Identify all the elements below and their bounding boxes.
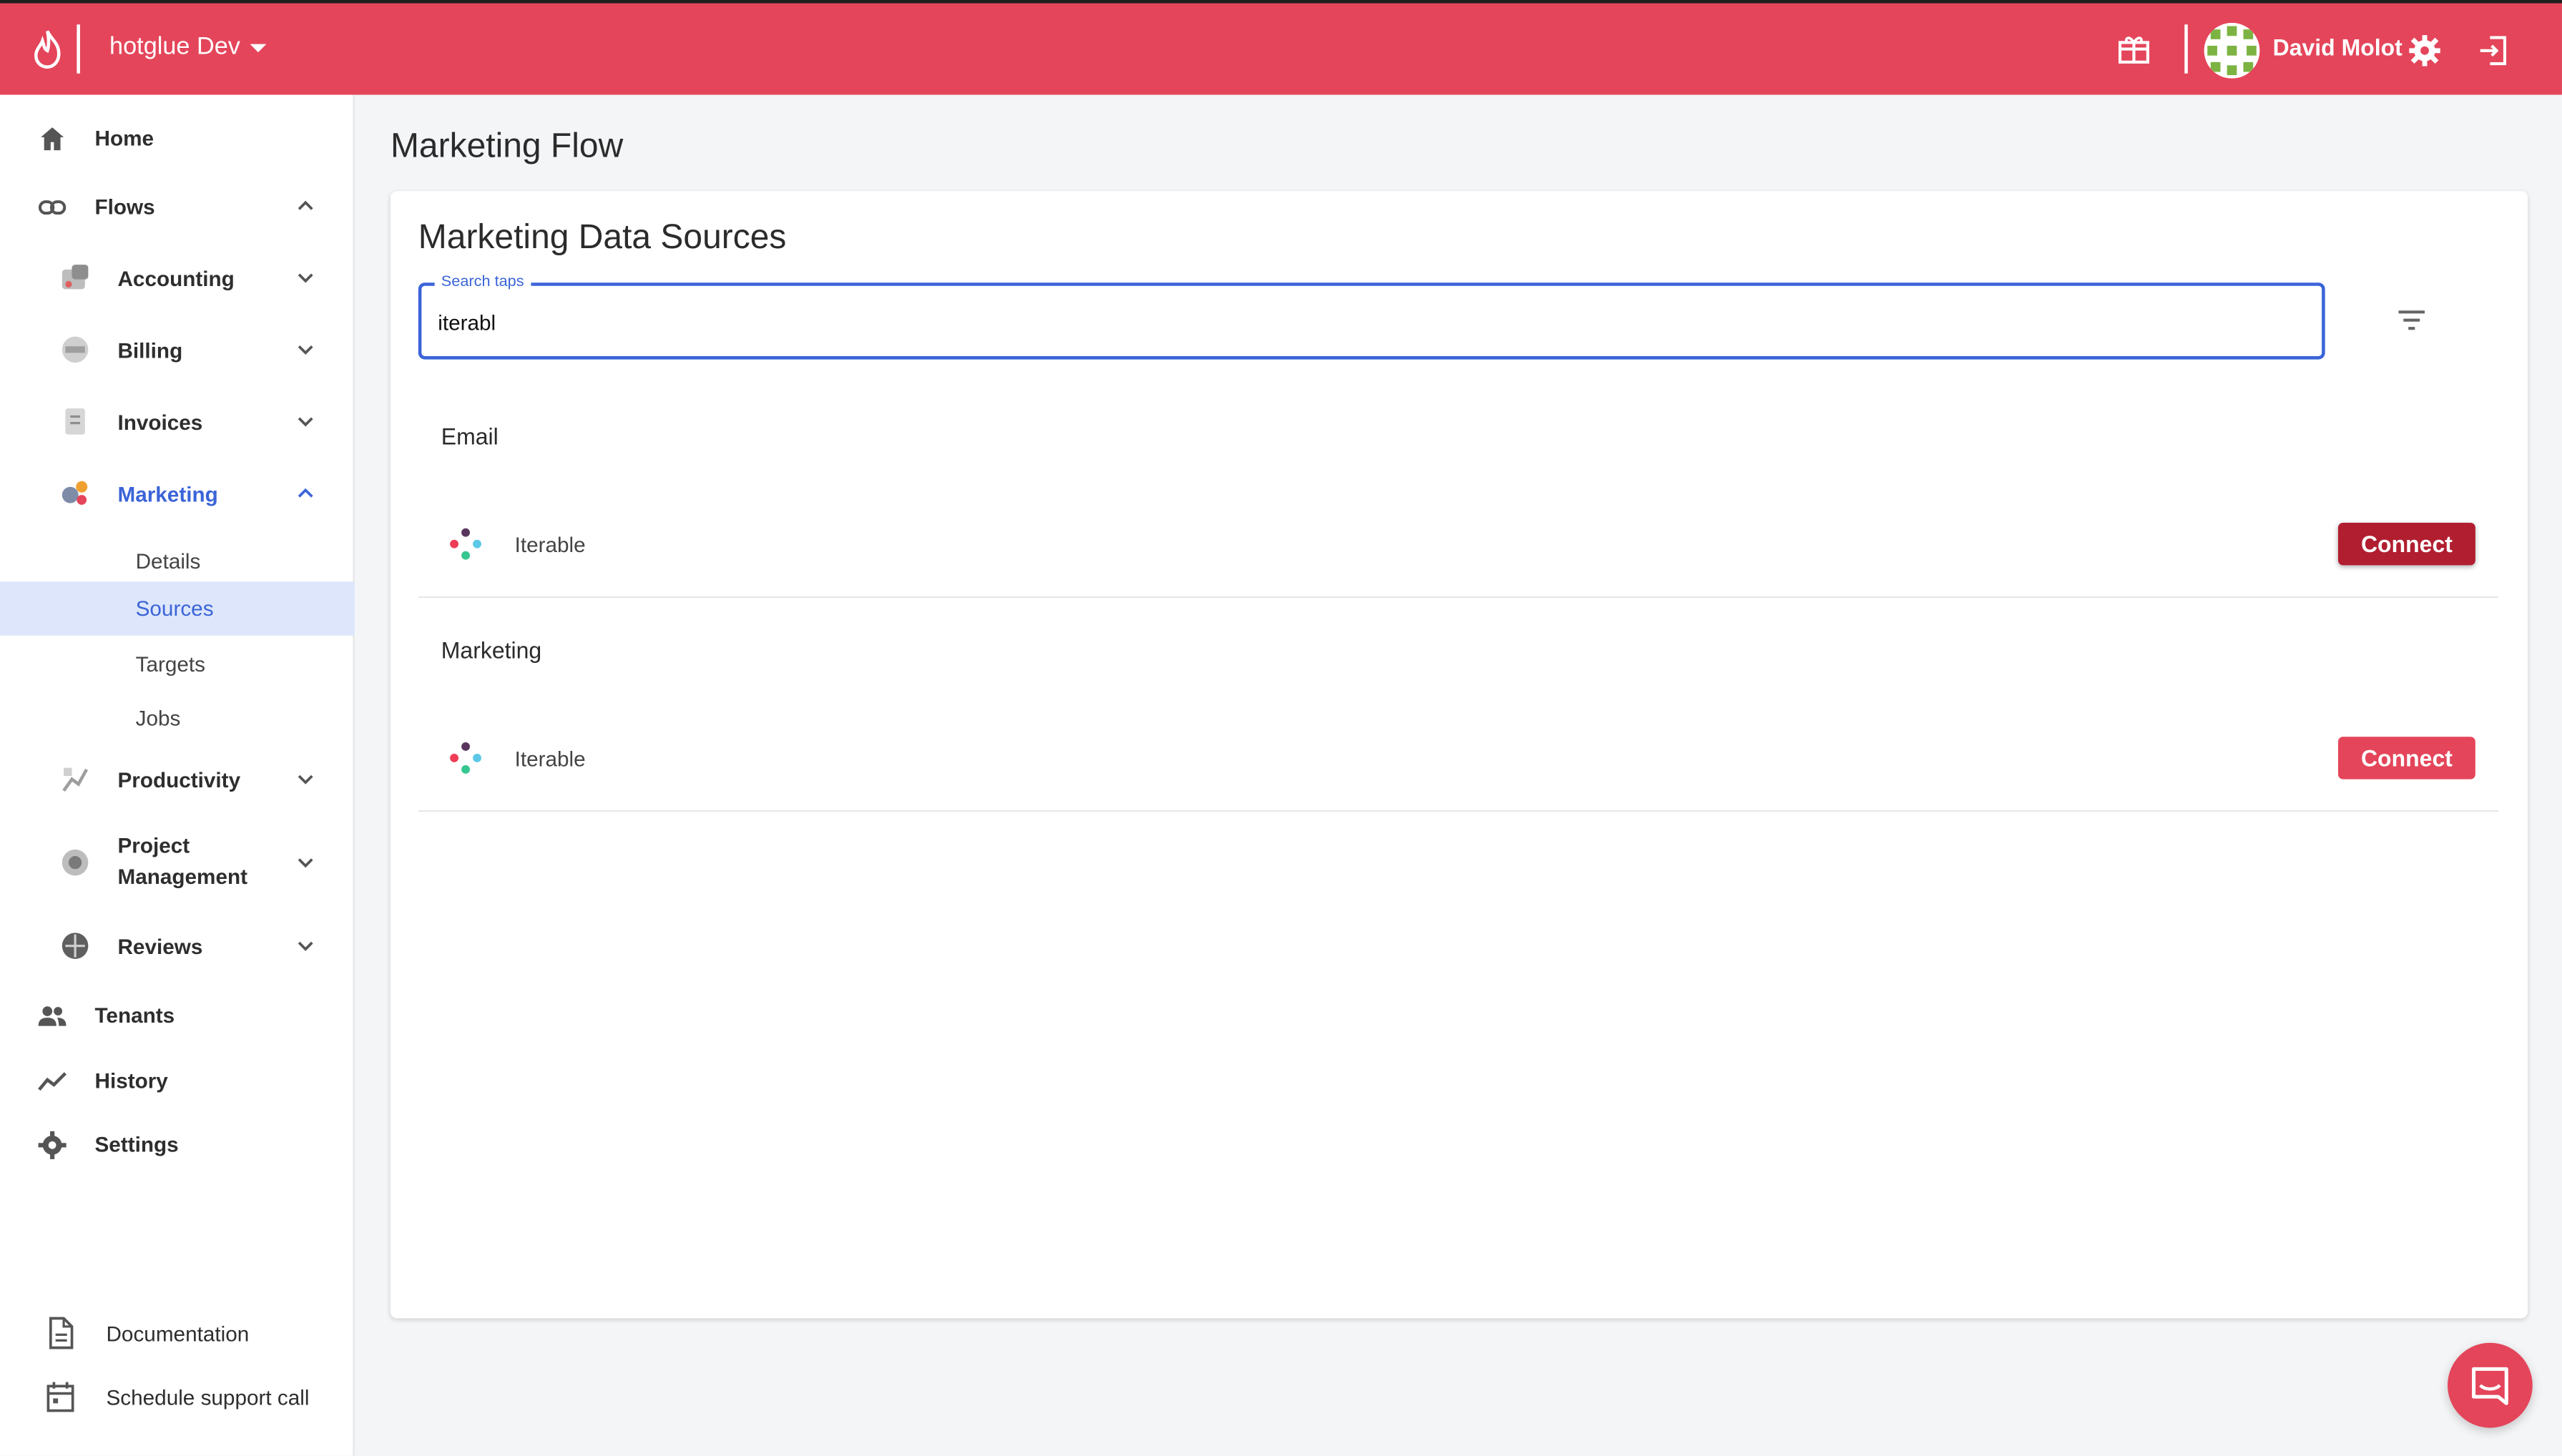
gear-icon[interactable] [2408, 34, 2441, 67]
top-bar: hotglue Dev David Molot [0, 0, 2562, 95]
flame-logo-icon[interactable] [29, 29, 65, 69]
sidebar-item-label: Details [135, 549, 201, 574]
chevron-down-icon [298, 858, 313, 868]
list-item: Iterable Connect [418, 704, 2498, 812]
chevron-down-icon [298, 345, 313, 355]
sidebar-item-details[interactable]: Details [0, 536, 355, 585]
sidebar-item-label: History [94, 1068, 168, 1093]
sidebar-item-history[interactable]: History [0, 1057, 355, 1103]
reviews-icon [62, 933, 89, 959]
sidebar: Home Flows Accounting Billing Invoices M… [0, 94, 355, 1456]
sidebar-item-label: Home [94, 125, 154, 151]
productivity-icon [62, 767, 89, 792]
search-label: Search taps [434, 272, 531, 291]
people-icon [38, 1006, 67, 1026]
tap-name: Iterable [514, 746, 586, 772]
topbar-divider [77, 24, 80, 74]
sidebar-item-label: Accounting [117, 266, 235, 291]
calendar-icon [46, 1382, 74, 1412]
sidebar-item-accounting[interactable]: Accounting [0, 255, 355, 300]
sources-card: Marketing Data Sources Search taps Email… [390, 191, 2528, 1319]
org-name: hotglue Dev [109, 32, 240, 61]
sidebar-item-sources[interactable]: Sources [0, 581, 355, 636]
sidebar-item-label: Sources [135, 596, 214, 621]
sidebar-item-productivity[interactable]: Productivity [0, 757, 355, 802]
sidebar-item-label: Tenants [94, 1003, 175, 1028]
sidebar-item-label: Management [117, 864, 248, 889]
home-icon [41, 127, 64, 151]
search-field[interactable]: Search taps [418, 272, 2325, 360]
sidebar-item-marketing[interactable]: Marketing [0, 471, 355, 516]
avatar[interactable] [2204, 22, 2260, 79]
sidebar-item-home[interactable]: Home [0, 114, 355, 160]
filter-icon[interactable] [2397, 309, 2426, 332]
sidebar-item-tenants[interactable]: Tenants [0, 992, 355, 1038]
sidebar-item-label: Documentation [106, 1322, 250, 1347]
sidebar-item-label: Targets [135, 651, 206, 677]
chevron-up-icon [298, 488, 313, 498]
sidebar-item-label: Schedule support call [106, 1385, 310, 1410]
sidebar-item-documentation[interactable]: Documentation [0, 1309, 355, 1358]
chevron-down-icon [298, 774, 313, 784]
accounting-icon [62, 265, 89, 290]
sidebar-item-label: Productivity [117, 767, 241, 792]
sidebar-item-label: Marketing [117, 481, 218, 507]
billing-icon [62, 336, 89, 363]
chevron-down-icon [298, 941, 313, 951]
gift-icon[interactable] [2118, 34, 2151, 64]
sidebar-item-invoices[interactable]: Invoices [0, 398, 355, 444]
sidebar-item-label: Settings [94, 1132, 179, 1157]
sidebar-item-label: Flows [94, 194, 155, 220]
logout-icon[interactable] [2477, 34, 2510, 67]
user-name[interactable]: David Molot [2273, 34, 2403, 61]
gear-icon [38, 1131, 67, 1159]
tap-name: Iterable [514, 532, 586, 557]
sidebar-item-label: Project [117, 833, 190, 858]
connect-button[interactable]: Connect [2337, 523, 2475, 566]
sidebar-item-jobs[interactable]: Jobs [0, 693, 355, 742]
sidebar-item-label: Jobs [135, 705, 181, 731]
sidebar-item-targets[interactable]: Targets [0, 639, 355, 688]
sidebar-item-reviews[interactable]: Reviews [0, 923, 355, 969]
sidebar-item-billing[interactable]: Billing [0, 327, 355, 373]
sidebar-item-label: Billing [117, 338, 183, 363]
list-item: Iterable Connect [418, 490, 2498, 599]
link-icon [38, 200, 67, 215]
chevron-up-icon [298, 200, 313, 210]
section-title: Marketing [441, 636, 542, 664]
org-switcher[interactable]: hotglue Dev [109, 32, 267, 61]
sidebar-item-flows[interactable]: Flows [0, 183, 355, 229]
iterable-icon [450, 528, 481, 560]
search-input[interactable] [438, 305, 2236, 338]
sidebar-item-settings[interactable]: Settings [0, 1121, 355, 1166]
caret-down-icon [250, 44, 267, 53]
iterable-icon [450, 742, 481, 774]
section-title: Email [441, 423, 499, 450]
marketing-icon [62, 481, 88, 505]
sidebar-item-label: Invoices [117, 410, 203, 435]
project-management-icon [62, 849, 89, 876]
sidebar-item-label: Reviews [117, 934, 203, 959]
topbar-divider [2184, 24, 2188, 74]
chevron-down-icon [298, 417, 313, 427]
invoices-icon [65, 408, 85, 435]
page-title: Marketing Flow [390, 127, 624, 165]
sidebar-item-project-management[interactable]: Project Management [0, 827, 355, 899]
card-title: Marketing Data Sources [418, 219, 787, 257]
chat-launcher-button[interactable] [2448, 1342, 2533, 1428]
connect-button[interactable]: Connect [2337, 737, 2475, 779]
chat-icon [2472, 1367, 2508, 1405]
chevron-down-icon [298, 273, 313, 283]
trending-icon [38, 1072, 67, 1091]
document-icon [49, 1317, 74, 1349]
sidebar-item-schedule-support[interactable]: Schedule support call [0, 1372, 355, 1422]
